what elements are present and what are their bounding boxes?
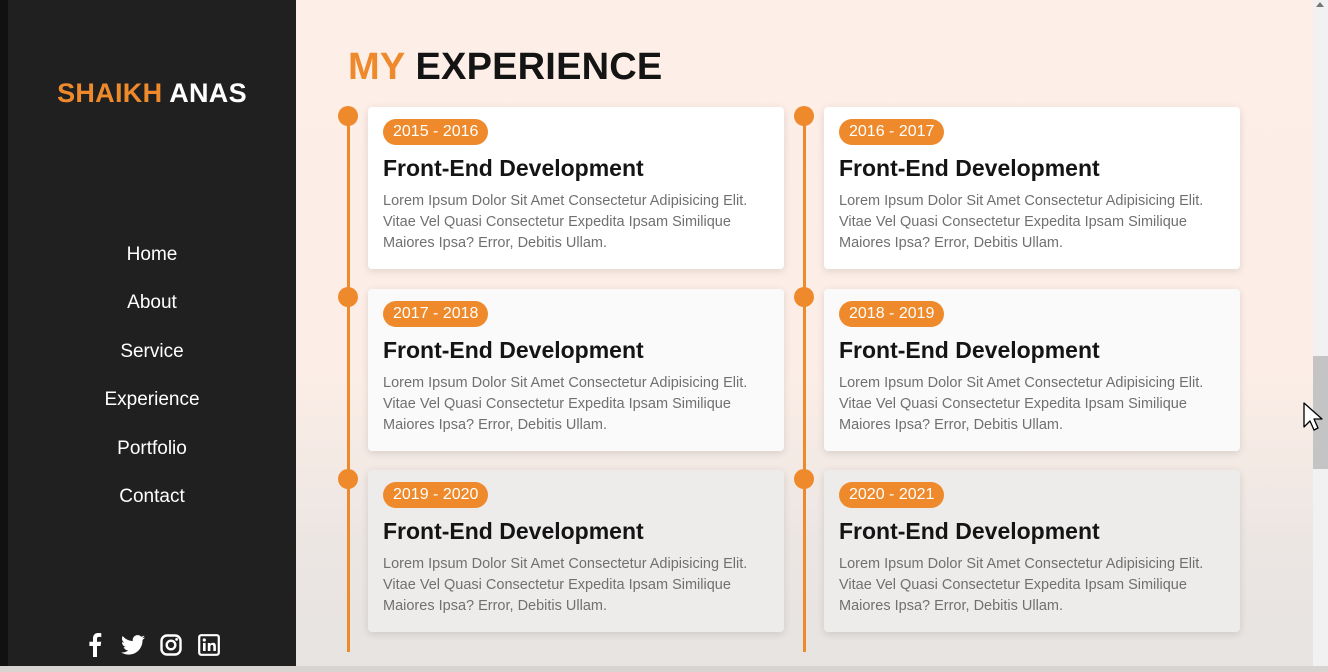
scroll-up-arrow-icon[interactable] — [1316, 2, 1324, 7]
linkedin-icon[interactable] — [197, 632, 221, 658]
nav-item-contact[interactable]: Contact — [8, 475, 296, 523]
timeline-line-right — [803, 115, 806, 652]
twitter-icon[interactable] — [121, 632, 145, 658]
experience-description: Lorem Ipsum Dolor Sit Amet Consectetur A… — [383, 556, 748, 614]
instagram-icon[interactable] — [159, 632, 183, 658]
experience-description: Lorem Ipsum Dolor Sit Amet Consectetur A… — [383, 193, 748, 251]
timeline-dot — [794, 287, 814, 307]
bottom-edge — [0, 666, 1328, 672]
experience-card: 2015 - 2016 Front-End Development Lorem … — [368, 107, 784, 269]
experience-title: Front-End Development — [839, 155, 1100, 181]
brand-first-name: SHAIKH — [57, 78, 163, 108]
brand-logo[interactable]: SHAIKH ANAS — [8, 78, 296, 109]
section-title-accent: MY — [348, 46, 405, 88]
timeline-dot — [338, 469, 358, 489]
nav-item-portfolio[interactable]: Portfolio — [8, 427, 296, 475]
experience-title: Front-End Development — [383, 337, 644, 363]
year-badge: 2018 - 2019 — [839, 301, 945, 327]
timeline-dot — [794, 106, 814, 126]
experience-title: Front-End Development — [383, 518, 644, 544]
experience-card: 2019 - 2020 Front-End Development Lorem … — [368, 470, 784, 632]
nav-item-home[interactable]: Home — [8, 233, 296, 281]
year-badge: 2020 - 2021 — [839, 482, 945, 508]
experience-title: Front-End Development — [839, 518, 1100, 544]
year-badge: 2019 - 2020 — [383, 482, 489, 508]
experience-description: Lorem Ipsum Dolor Sit Amet Consectetur A… — [839, 556, 1204, 614]
year-badge: 2015 - 2016 — [383, 119, 489, 145]
timeline-dot — [338, 106, 358, 126]
experience-section: MY EXPERIENCE 2015 - 2016 Front-End Deve… — [296, 0, 1313, 672]
facebook-icon[interactable] — [83, 632, 107, 658]
brand-last-name: ANAS — [169, 78, 247, 108]
page-scrollbar[interactable] — [1313, 0, 1328, 672]
mouse-cursor-icon — [1303, 402, 1323, 437]
main-nav: Home About Service Experience Portfolio … — [8, 233, 296, 523]
nav-item-experience[interactable]: Experience — [8, 378, 296, 426]
social-links — [8, 632, 296, 658]
experience-card: 2020 - 2021 Front-End Development Lorem … — [824, 470, 1240, 632]
experience-card: 2016 - 2017 Front-End Development Lorem … — [824, 107, 1240, 269]
year-badge: 2016 - 2017 — [839, 119, 945, 145]
section-title-rest: EXPERIENCE — [415, 46, 663, 88]
experience-card: 2017 - 2018 Front-End Development Lorem … — [368, 289, 784, 451]
experience-description: Lorem Ipsum Dolor Sit Amet Consectetur A… — [839, 193, 1204, 251]
experience-description: Lorem Ipsum Dolor Sit Amet Consectetur A… — [839, 375, 1204, 433]
experience-title: Front-End Development — [383, 155, 644, 181]
section-title: MY EXPERIENCE — [348, 46, 662, 89]
experience-title: Front-End Development — [839, 337, 1100, 363]
nav-item-about[interactable]: About — [8, 281, 296, 329]
sidebar: SHAIKH ANAS Home About Service Experienc… — [8, 0, 296, 672]
experience-card: 2018 - 2019 Front-End Development Lorem … — [824, 289, 1240, 451]
nav-item-service[interactable]: Service — [8, 330, 296, 378]
timeline-line-left — [347, 115, 350, 652]
timeline-dot — [338, 287, 358, 307]
experience-description: Lorem Ipsum Dolor Sit Amet Consectetur A… — [383, 375, 748, 433]
year-badge: 2017 - 2018 — [383, 301, 489, 327]
timeline-dot — [794, 469, 814, 489]
